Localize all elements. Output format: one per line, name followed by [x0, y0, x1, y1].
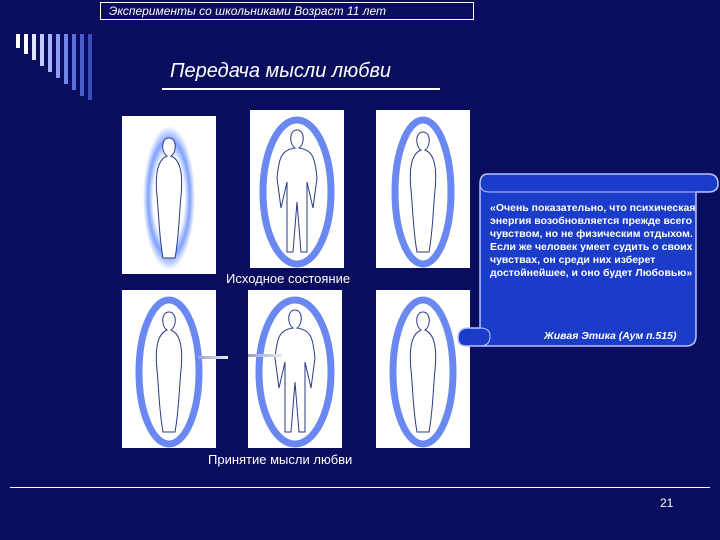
header-box: Эксперименты со школьниками Возраст 11 л…: [100, 2, 474, 20]
aura-photo: [122, 116, 216, 274]
footer-divider: [10, 487, 710, 488]
page-title: Передача мысли любви: [170, 60, 392, 82]
arrow-indicator: [248, 354, 282, 357]
title-underline: [162, 88, 440, 90]
header-text: Эксперименты со школьниками Возраст 11 л…: [109, 4, 387, 18]
decorative-bars: [16, 34, 92, 100]
aura-photo: [248, 290, 342, 448]
caption-accepted: Принятие мысли любви: [208, 452, 353, 467]
quote-text: «Очень показательно, что психическая эне…: [490, 202, 696, 279]
arrow-indicator: [198, 356, 228, 359]
aura-photo: [250, 110, 344, 268]
aura-photo: [122, 290, 216, 448]
quote-scroll: «Очень показательно, что психическая эне…: [456, 160, 720, 350]
caption-initial: Исходное состояние: [226, 271, 351, 286]
quote-source: Живая Этика (Аум п.515): [544, 330, 677, 342]
page-number: 21: [660, 496, 674, 510]
